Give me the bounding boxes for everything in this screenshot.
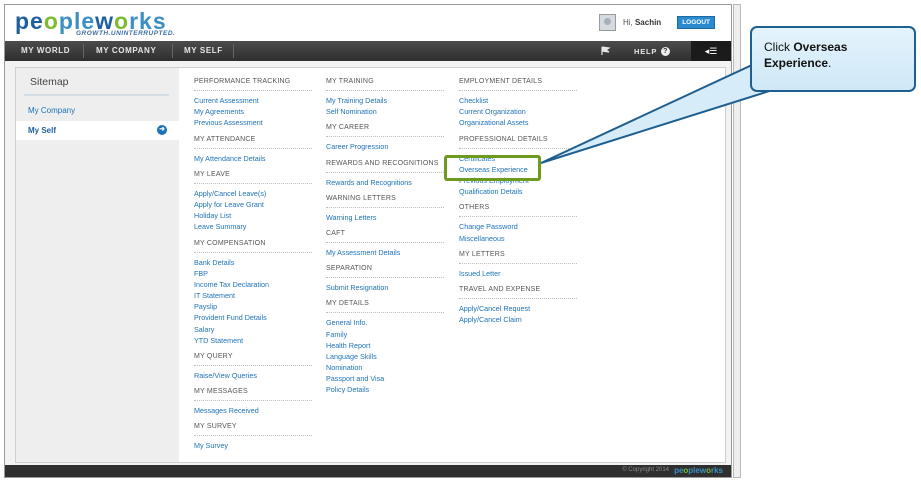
callout-suffix: . (828, 56, 832, 70)
callout-prefix: Click (764, 40, 794, 54)
instruction-callout: Click Overseas Experience. (750, 26, 916, 92)
